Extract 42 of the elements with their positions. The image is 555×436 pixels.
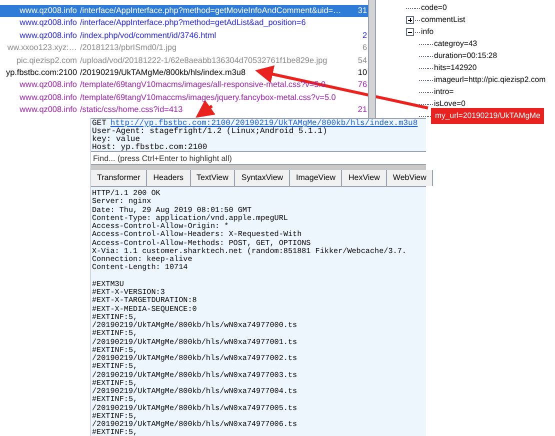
session-row[interactable]: www.qz008.info /index.php/vod/comment/id/3746.html 2 (0, 30, 368, 42)
session-row[interactable]: www.qz008.info /template/69tangV10macms/images/all-responsive-metal.css?v=5.0 76 (0, 79, 368, 92)
expand-icon[interactable] (406, 16, 414, 24)
host-cell-text: ww.xxoo123.xyz:… (6, 44, 78, 52)
size-cell: 76 (358, 81, 368, 90)
session-row[interactable]: yp.fbstbc.com:2100 /20190219/UkTAMgMe/800kb/hls/index.m3u8 10 (0, 66, 368, 80)
size-cell: 31 (358, 7, 368, 16)
find-field[interactable]: Find... (press Ctrl+Enter to highlight all) (91, 151, 426, 165)
url-cell-text: /template/69tangV10maccms/images/jquery.fancybox-metal.css?v=5.0 (80, 94, 337, 102)
host-cell-text: yp.fbstbc.com:2100 (5, 69, 78, 78)
request-method: GET (92, 120, 106, 128)
request-url-link[interactable]: http://yp.fbstbc.com:2100/20190219/UkTAMgMe/800kb/hls/index.m3u8 (110, 120, 418, 128)
session-row[interactable]: www.qz008.info /interface/AppInterface.php?method=getMovieInfoAndComment&uid=… 31 (0, 5, 368, 18)
session-row[interactable]: www.qz008.info /interface/AppInterface.php?method=getAdList&ad_position=6 (0, 17, 368, 30)
size-cell: 54 (358, 56, 368, 65)
collapse-icon[interactable] (406, 28, 414, 36)
url-cell-text: /index.php/vod/comment/id/3746.html (80, 32, 218, 40)
url-cell-text: /20181213/pbrISmd0/1.jpg (80, 44, 178, 52)
url-cell-text: /upload/vod/20181222-1/62e8aeabb136304d70532761f1be829e.jpg (80, 56, 328, 65)
url-cell-text: /interface/AppInterface.php?method=getAdList&ad_position=6 (80, 19, 307, 28)
host-cell-text: www.qz008.info (18, 81, 78, 90)
session-row[interactable]: ww.xxoo123.xyz:… /20181213/pbrISmd0/1.jpg 6 (0, 42, 368, 55)
host-cell-text: www.qz008.info (18, 106, 78, 114)
host-cell-text: pic.qiezisp2.com (15, 56, 78, 65)
url-cell-text: /static/css/home.css?id=413 (80, 106, 184, 114)
header-line: User-Agent: stagefright/1.2 (Linux;Android 5.1.1) (92, 128, 328, 136)
session-row[interactable]: www.qz008.info /static/css/home.css?id=413 21 (0, 104, 368, 117)
url-cell-text: /template/69tangV10macms/images/all-responsive-metal.css?v=5.0 (80, 81, 327, 90)
size-cell: 2 (362, 32, 368, 40)
host-cell-text: www.qz008.info (18, 32, 78, 40)
size-cell: 21 (358, 106, 368, 114)
host-cell-text: www.qz008.info (18, 19, 78, 28)
header-line: Host: yp.fbstbc.com:2100 (92, 144, 208, 151)
url-cell-text: /interface/AppInterface.php?method=getMovieInfoAndComment&uid=… (80, 7, 342, 16)
host-cell-text: www.qz008.info (18, 94, 78, 102)
session-row[interactable]: www.qz008.info /template/69tangV10maccms/images/jquery.fancybox-metal.css?v=5.0 (0, 92, 368, 104)
session-row[interactable]: pic.qiezisp2.com /upload/vod/20181222-1/62e8aeabb136304d70532761f1be829e.jpg 54 (0, 54, 368, 67)
url-cell-text: /20190219/UkTAMgMe/800kb/hls/index.m3u8 (80, 69, 247, 78)
size-cell: 6 (362, 44, 368, 52)
header-line: key: value (92, 136, 140, 144)
host-cell-text: www.qz008.info (18, 7, 78, 16)
size-cell: 10 (358, 69, 368, 78)
